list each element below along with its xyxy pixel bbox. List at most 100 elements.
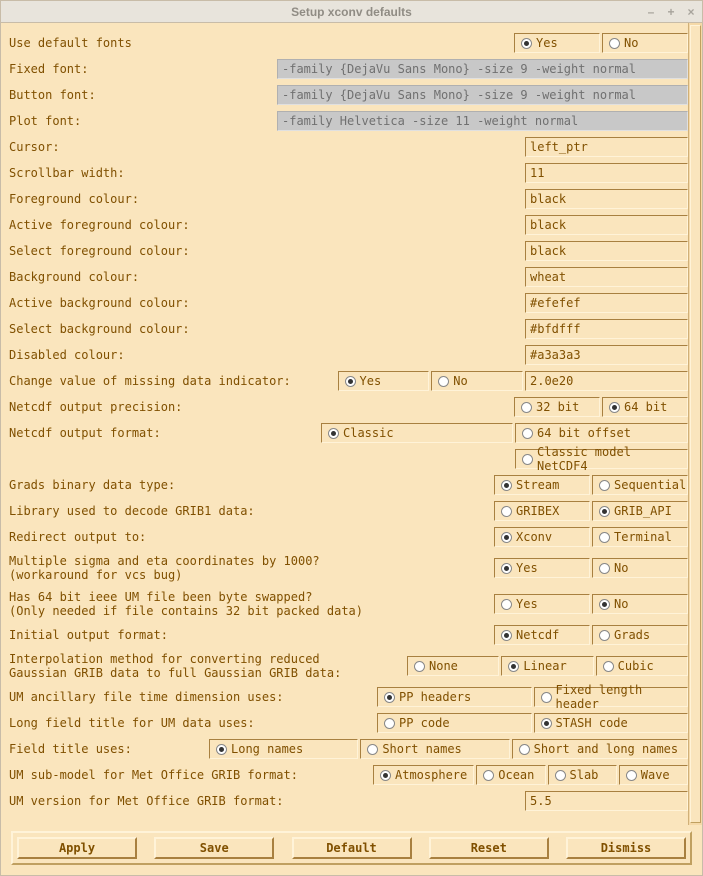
scrollbar-thumb[interactable] <box>690 25 701 823</box>
grib1-gribex[interactable]: GRIBEX <box>494 501 590 521</box>
sbg-label: Select background colour: <box>9 322 525 336</box>
grib1-gribapi[interactable]: GRIB_API <box>592 501 688 521</box>
mult1000-no[interactable]: No <box>592 558 688 578</box>
redirect-xconv[interactable]: Xconv <box>494 527 590 547</box>
abg-input[interactable] <box>525 293 688 313</box>
mult1000-yes[interactable]: Yes <box>494 558 590 578</box>
mult1000-label1: Multiple sigma and eta coordinates by 10… <box>9 554 494 568</box>
initfmt-netcdf[interactable]: Netcdf <box>494 625 590 645</box>
longtitle-stash[interactable]: STASH code <box>534 713 689 733</box>
interp-none[interactable]: None <box>407 656 499 676</box>
radio-icon <box>519 744 530 755</box>
anctime-flh[interactable]: Fixed length header <box>534 687 689 707</box>
radio-icon <box>508 661 519 672</box>
byteswap-label1: Has 64 bit ieee UM file been byte swappe… <box>9 590 494 604</box>
abg-label: Active background colour: <box>9 296 525 310</box>
missing-value-input[interactable] <box>525 371 688 391</box>
reset-button[interactable]: Reset <box>429 837 549 859</box>
radio-icon <box>522 454 533 465</box>
save-button[interactable]: Save <box>154 837 274 859</box>
submodel-ocean[interactable]: Ocean <box>476 765 545 785</box>
window: Setup xconv defaults – + × Use default f… <box>0 0 703 876</box>
fg-label: Foreground colour: <box>9 192 525 206</box>
grads-seq[interactable]: Sequential <box>592 475 688 495</box>
mult1000-label2: (workaround for vcs bug) <box>9 568 494 582</box>
interp-cubic[interactable]: Cubic <box>596 656 688 676</box>
fieldtitle-long[interactable]: Long names <box>209 739 358 759</box>
radio-icon <box>483 770 494 781</box>
fieldtitle-both[interactable]: Short and long names <box>512 739 688 759</box>
sfg-label: Select foreground colour: <box>9 244 525 258</box>
radio-icon <box>599 563 610 574</box>
afg-input[interactable] <box>525 215 688 235</box>
use-default-fonts-label: Use default fonts <box>9 36 514 50</box>
redirect-label: Redirect output to: <box>9 530 494 544</box>
window-title: Setup xconv defaults <box>291 5 412 19</box>
redirect-term[interactable]: Terminal <box>592 527 688 547</box>
scrollbar-width-input[interactable] <box>525 163 688 183</box>
umver-input[interactable] <box>525 791 688 811</box>
submodel-wave[interactable]: Wave <box>619 765 688 785</box>
ncformat-nc4[interactable]: Classic model NetCDF4 <box>515 449 688 469</box>
radio-icon <box>501 506 512 517</box>
interp-label1: Interpolation method for converting redu… <box>9 652 407 666</box>
grib1-label: Library used to decode GRIB1 data: <box>9 504 494 518</box>
scrollbar[interactable] <box>688 23 702 825</box>
radio-icon <box>384 718 395 729</box>
interp-label2: Gaussian GRIB data to full Gaussian GRIB… <box>9 666 407 680</box>
byteswap-no[interactable]: No <box>592 594 688 614</box>
dismiss-button[interactable]: Dismiss <box>566 837 686 859</box>
submodel-atmo[interactable]: Atmosphere <box>373 765 474 785</box>
radio-icon <box>501 532 512 543</box>
submodel-slab[interactable]: Slab <box>548 765 617 785</box>
cursor-input[interactable] <box>525 137 688 157</box>
radio-icon <box>367 744 378 755</box>
sfg-input[interactable] <box>525 241 688 261</box>
fg-input[interactable] <box>525 189 688 209</box>
ncformat-offset[interactable]: 64 bit offset <box>515 423 688 443</box>
submodel-label: UM sub-model for Met Office GRIB format: <box>9 768 373 782</box>
radio-icon <box>501 630 512 641</box>
interp-linear[interactable]: Linear <box>501 656 593 676</box>
ncformat-classic[interactable]: Classic <box>321 423 513 443</box>
grads-stream[interactable]: Stream <box>494 475 590 495</box>
use-default-fonts-yes[interactable]: Yes <box>514 33 600 53</box>
radio-icon <box>626 770 637 781</box>
byteswap-yes[interactable]: Yes <box>494 594 590 614</box>
fieldtitle-short[interactable]: Short names <box>360 739 509 759</box>
apply-button[interactable]: Apply <box>17 837 137 859</box>
button-font-input <box>277 85 688 105</box>
maximize-icon[interactable]: + <box>664 5 678 19</box>
afg-label: Active foreground colour: <box>9 218 525 232</box>
radio-icon <box>438 376 449 387</box>
content-area: Use default fonts Yes No Fixed font: But… <box>1 23 702 825</box>
minimize-icon[interactable]: – <box>644 5 658 19</box>
use-default-fonts-no[interactable]: No <box>602 33 688 53</box>
radio-icon <box>541 718 552 729</box>
sbg-input[interactable] <box>525 319 688 339</box>
anctime-pp[interactable]: PP headers <box>377 687 532 707</box>
radio-icon <box>599 630 610 641</box>
initfmt-grads[interactable]: Grads <box>592 625 688 645</box>
anctime-label: UM ancillary file time dimension uses: <box>9 690 377 704</box>
dc-input[interactable] <box>525 345 688 365</box>
initfmt-label: Initial output format: <box>9 628 494 642</box>
missing-yes[interactable]: Yes <box>338 371 430 391</box>
precision-64[interactable]: 64 bit <box>602 397 688 417</box>
bg-input[interactable] <box>525 267 688 287</box>
radio-icon <box>522 428 533 439</box>
default-button[interactable]: Default <box>292 837 412 859</box>
radio-icon <box>555 770 566 781</box>
radio-icon <box>501 480 512 491</box>
radio-icon <box>380 770 391 781</box>
close-icon[interactable]: × <box>684 5 698 19</box>
longtitle-pp[interactable]: PP code <box>377 713 532 733</box>
precision-32[interactable]: 32 bit <box>514 397 600 417</box>
fixed-font-input <box>277 59 688 79</box>
missing-no[interactable]: No <box>431 371 523 391</box>
radio-icon <box>599 480 610 491</box>
cursor-label: Cursor: <box>9 140 525 154</box>
longtitle-label: Long field title for UM data uses: <box>9 716 377 730</box>
grads-label: Grads binary data type: <box>9 478 494 492</box>
dc-label: Disabled colour: <box>9 348 525 362</box>
